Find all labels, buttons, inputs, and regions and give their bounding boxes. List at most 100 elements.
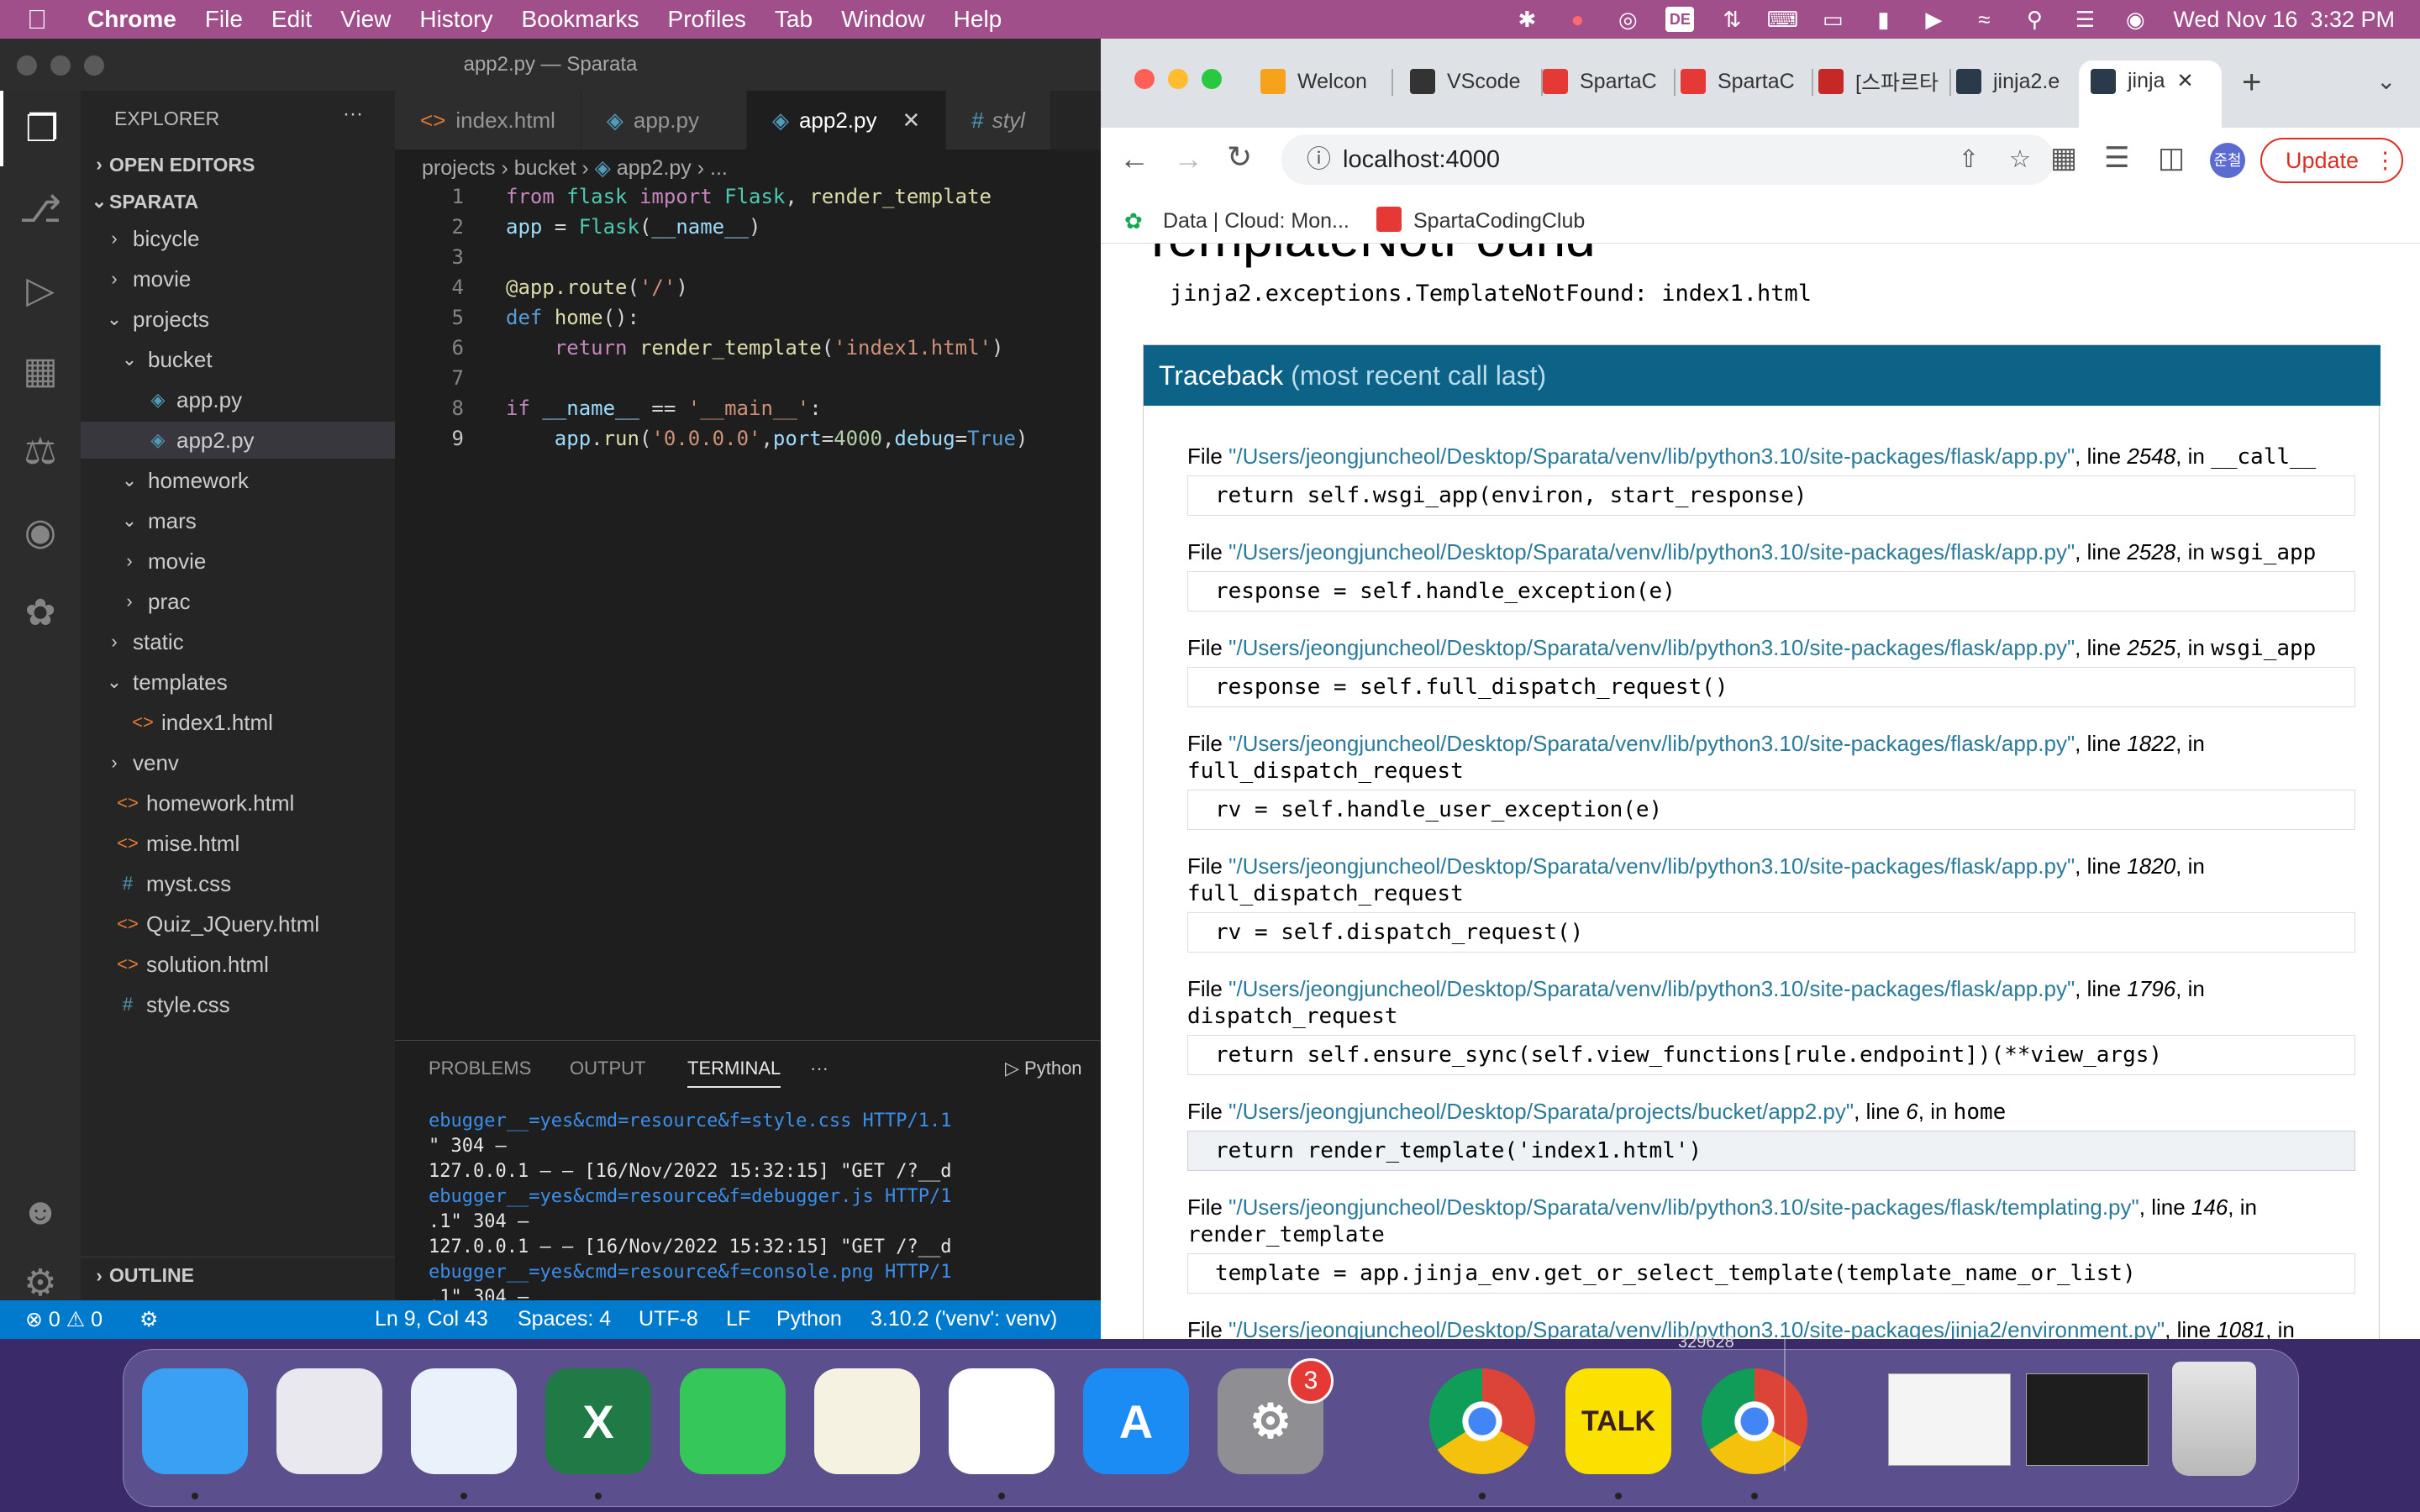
tree-item-prac[interactable]: › prac [81,583,395,620]
input-source-icon[interactable]: DE [1665,7,1695,32]
tree-item-myst-css[interactable]: # myst.css [81,865,395,902]
live-share-icon[interactable]: ⚙ [139,1307,158,1332]
share-icon[interactable]: ⇧ [1959,134,1979,185]
browser-tab[interactable]: SpartaC [1681,60,1807,102]
breadcrumb-symbol[interactable]: ... [710,156,728,180]
source-control-icon[interactable]: ⎇ [0,171,81,247]
frame-file-link[interactable]: "/Users/jeongjuncheol/Desktop/Sparata/pr… [1228,1099,1854,1124]
menu-app-name[interactable]: Chrome [87,6,176,33]
launchpad-icon[interactable] [276,1368,382,1474]
profile-avatar[interactable]: 준철 [2210,143,2245,178]
siri-icon[interactable]: ◉ [2123,7,2148,32]
trash-icon[interactable] [2172,1362,2256,1476]
chrome-icon[interactable] [1429,1368,1535,1474]
frame-source-line[interactable]: rv = self.dispatch_request() [1187,912,2355,953]
outline-section[interactable]: › OUTLINE [81,1257,395,1294]
network-icon[interactable]: ⇅ [1719,7,1744,32]
tree-item-venv[interactable]: › venv [81,744,395,781]
menu-window[interactable]: Window [841,6,925,33]
excel-icon[interactable]: X [545,1368,651,1474]
menu-profiles[interactable]: Profiles [668,6,746,33]
chrome-2-icon[interactable] [1702,1368,1807,1474]
reading-list-icon[interactable]: ☰ [2104,141,2129,175]
battery-icon[interactable]: ▮ [1870,7,1896,32]
forward-icon[interactable]: → [1173,141,1203,176]
tree-item-style-css[interactable]: # style.css [81,986,395,1023]
menu-history[interactable]: History [419,6,492,33]
bluetooth-icon[interactable]: ✱ [1514,7,1539,32]
tree-item-movie[interactable]: › movie [81,543,395,580]
menu-help[interactable]: Help [954,6,1002,33]
minimize-window-button[interactable] [1168,69,1188,89]
breadcrumb-projects[interactable]: projects [422,156,496,180]
display-icon[interactable]: ▭ [1820,7,1845,32]
frame-file-link[interactable]: "/Users/jeongjuncheol/Desktop/Sparata/ve… [1228,444,2075,469]
kakaotalk-icon[interactable]: TALK [1565,1368,1671,1474]
frame-source-line[interactable]: response = self.handle_exception(e) [1187,571,2355,612]
tree-item-homework[interactable]: ⌄ homework [81,462,395,499]
panel-more-button[interactable]: ··· [810,1058,829,1079]
frame-source-line[interactable]: return self.ensure_sync(self.view_functi… [1187,1035,2355,1075]
update-button[interactable]: Update ⋮ [2260,138,2403,183]
tree-item-quiz-jquery-html[interactable]: <> Quiz_JQuery.html [81,906,395,942]
cursor-position[interactable]: Ln 9, Col 43 [375,1307,488,1331]
frame-source-line[interactable]: rv = self.handle_user_exception(e) [1187,790,2355,830]
vscode-icon[interactable] [949,1368,1055,1474]
frame-file-link[interactable]: "/Users/jeongjuncheol/Desktop/Sparata/ve… [1228,539,2075,564]
minimize-window-button[interactable] [50,55,71,76]
browser-tab[interactable]: [스파르타 [1818,60,1944,102]
tab-output[interactable]: OUTPUT [570,1058,645,1079]
keyboard-icon[interactable]: ⌨ [1767,7,1799,32]
tree-item-bucket[interactable]: ⌄ bucket [81,341,395,378]
tree-item-static[interactable]: › static [81,623,395,660]
menu-bookmarks[interactable]: Bookmarks [521,6,639,33]
new-tab-button[interactable]: + [2242,64,2261,102]
back-icon[interactable]: ← [1119,141,1150,176]
bookmark-sparta[interactable]: SpartaCodingClub [1413,209,1585,234]
bookmark-mongodb[interactable]: Data | Cloud: Mon... [1163,209,1349,234]
interpreter-status[interactable]: 3.10.2 ('venv': venv) [871,1307,1057,1331]
browser-tab[interactable]: jinja ✕ [2079,60,2222,128]
menu-file[interactable]: File [205,6,243,33]
encoding-status[interactable]: UTF-8 [639,1307,698,1331]
run-debug-icon[interactable]: ▷ [0,252,81,328]
eol-status[interactable]: LF [726,1307,750,1331]
tab-terminal[interactable]: TERMINAL [687,1058,781,1088]
facetime-icon[interactable] [680,1368,786,1474]
address-bar[interactable]: ⓘ localhost:4000 ⇧ ☆ [1281,134,2054,185]
menu-edit[interactable]: Edit [271,6,312,33]
apple-icon[interactable]:  [27,4,69,35]
zoom-window-button[interactable] [84,55,104,76]
tree-item-bicycle[interactable]: › bicycle [81,220,395,257]
mongodb-leaf-icon[interactable]: ✿ [0,575,81,650]
breadcrumb-bucket[interactable]: bucket [514,156,576,180]
workspace-root[interactable]: ⌄ SPARATA [81,183,395,220]
tree-item-projects[interactable]: ⌄ projects [81,301,395,338]
reload-icon[interactable]: ↻ [1227,139,1252,175]
github-icon[interactable]: ◉ [0,494,81,570]
frame-file-link[interactable]: "/Users/jeongjuncheol/Desktop/Sparata/ve… [1228,853,2075,879]
explorer-icon[interactable]: ❐ [0,91,81,166]
tree-item-app2-py[interactable]: ◈ app2.py [81,422,395,459]
browser-tab[interactable]: SpartaC [1543,60,1669,102]
menu-tab[interactable]: Tab [775,6,813,33]
info-icon[interactable]: ⓘ [1307,146,1331,173]
frame-source-line[interactable]: return render_template('index1.html') [1187,1131,2355,1171]
frame-file-link[interactable]: "/Users/jeongjuncheol/Desktop/Sparata/ve… [1228,1194,2139,1220]
tab-index-html[interactable]: <> index.html [395,91,581,150]
bookmark-star-icon[interactable]: ☆ [2009,134,2031,185]
terminal-shell-selector[interactable]: ▷ Python [1005,1058,1082,1079]
finder-icon[interactable] [142,1368,248,1474]
browser-tab[interactable]: VScode [1410,60,1536,102]
tree-item-app-py[interactable]: ◈ app.py [81,381,395,418]
problems-status[interactable]: ⊗ 0 ⚠ 0 [25,1307,103,1332]
tree-item-index1-html[interactable]: <> index1.html [81,704,395,741]
play-icon[interactable]: ▶ [1921,7,1946,32]
close-tab-icon[interactable]: ✕ [2176,69,2193,93]
tree-item-mars[interactable]: ⌄ mars [81,502,395,539]
tree-item-homework-html[interactable]: <> homework.html [81,785,395,822]
browser-tab[interactable]: jinja2.e [1956,60,2082,102]
tab-search-chevron-icon[interactable]: ⌄ [2376,67,2396,95]
close-tab-icon[interactable]: ✕ [902,108,920,134]
frame-file-link[interactable]: "/Users/jeongjuncheol/Desktop/Sparata/ve… [1228,731,2075,756]
